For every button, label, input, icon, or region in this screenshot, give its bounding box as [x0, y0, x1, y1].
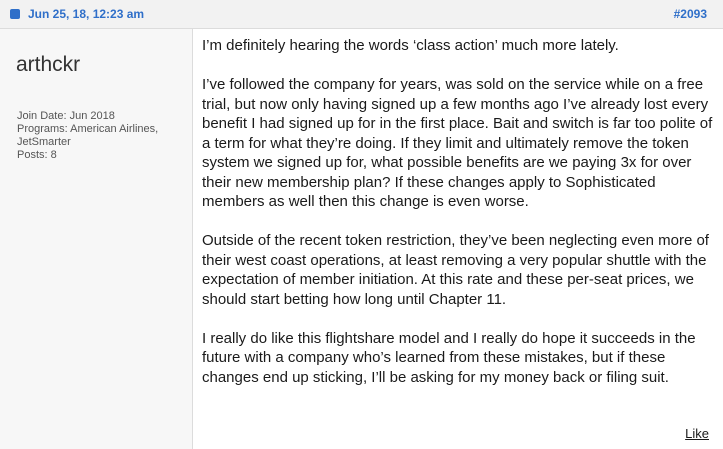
- username-link[interactable]: arthckr: [16, 53, 80, 77]
- post-number-link[interactable]: #2093: [674, 7, 707, 21]
- post-paragraph: I’ve followed the company for years, was…: [202, 76, 713, 210]
- forum-post: Jun 25, 18, 12:23 am #2093 arthckr Join …: [0, 0, 723, 449]
- post-paragraph: I really do like this flightshare model …: [202, 329, 696, 386]
- post-header: Jun 25, 18, 12:23 am #2093: [0, 0, 723, 29]
- post-body: I’m definitely hearing the words ‘class …: [202, 36, 717, 407]
- user-info-panel: arthckr Join Date: Jun 2018 Programs: Am…: [0, 29, 193, 449]
- programs-line-1: Programs: American Airlines,: [17, 123, 159, 135]
- post-paragraph: I’m definitely hearing the words ‘class …: [202, 37, 619, 54]
- join-date: Join Date: Jun 2018: [17, 110, 115, 122]
- post-count: Posts: 8: [17, 149, 57, 161]
- post-date-link[interactable]: Jun 25, 18, 12:23 am: [28, 7, 144, 21]
- programs-line-2: JetSmarter: [17, 136, 71, 148]
- post-paragraph: Outside of the recent token restriction,…: [202, 232, 709, 308]
- like-button[interactable]: Like: [685, 426, 709, 441]
- user-meta: Join Date: Jun 2018 Programs: American A…: [17, 110, 158, 162]
- post-icon: [10, 9, 20, 19]
